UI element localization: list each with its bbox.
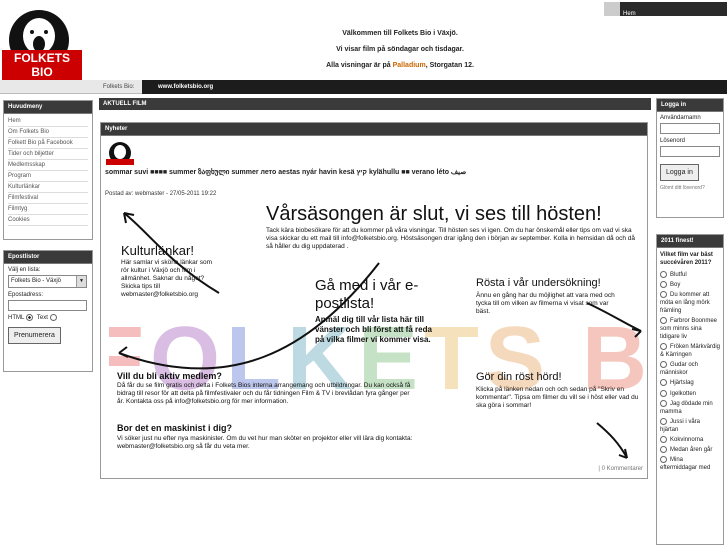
poll-option[interactable]: Gudar och människor — [657, 360, 723, 378]
subscribe-button[interactable]: Prenumerera — [8, 327, 61, 345]
breadcrumb-label: Folkets Bio: — [103, 84, 135, 90]
password-label: Lösenord — [660, 138, 686, 144]
poll-option[interactable]: Jussi i våra hjärtan — [657, 417, 723, 435]
logo-text: FOLKETS BIO — [2, 50, 82, 80]
poll-option[interactable]: Mina eftermiddagar med — [657, 455, 723, 473]
mailing-list-box: Epostlistor Välj en lista: Folkets Bio -… — [3, 250, 93, 372]
mailing-list-title: Epostlistor — [4, 251, 92, 264]
breadcrumb-url[interactable]: www.folketsbio.org — [142, 80, 727, 94]
main-menu: Huvudmeny Hem Om Folkets Bio Folkett Bio… — [3, 100, 93, 240]
menu-item-medlemsskap[interactable]: Medlemsskap — [8, 160, 88, 171]
small-logo-icon — [106, 142, 134, 165]
site-header: FOLKETS BIO Välkommen till Folkets Bio i… — [0, 0, 727, 80]
venue-link[interactable]: Palladium — [393, 62, 426, 69]
list-select[interactable]: Folkets Bio - Växjö ▼ — [8, 275, 87, 288]
poll-option[interactable]: Igelkotten — [657, 389, 723, 399]
username-label: Användarnamn — [660, 115, 701, 121]
forgot-password-link[interactable]: Glömt ditt lösenord? — [657, 183, 723, 193]
radio-text[interactable] — [49, 314, 57, 321]
poll-option[interactable]: Jag dödade min mamma — [657, 399, 723, 417]
menu-item-kulturlankar[interactable]: Kulturlänkar — [8, 182, 88, 193]
menu-item-cookies[interactable]: Cookies — [8, 215, 88, 226]
poll-box: 2011 finest! Vilket film var bäst succév… — [656, 234, 724, 545]
welcome-line-1: Välkommen till Folkets Bio i Växjö. — [342, 30, 458, 37]
language-line: sommar suvi ■■■■ summer ზაფხული summer л… — [105, 169, 467, 176]
login-button[interactable]: Logga in — [660, 164, 699, 181]
login-box: Logga in Användarnamn Lösenord Logga in … — [656, 98, 724, 218]
chevron-down-icon: ▼ — [76, 276, 86, 287]
menu-item-filmtyg[interactable]: Filmtyg — [8, 204, 88, 215]
poll-option[interactable]: Farbror Boonmee som minns sina tidigare … — [657, 316, 723, 342]
breadcrumb: Folkets Bio: www.folketsbio.org — [0, 80, 727, 94]
menu-item-tider[interactable]: Tider och biljetter — [8, 149, 88, 160]
hand-drawn-arrows-icon — [118, 212, 642, 459]
menu-item-filmfestival[interactable]: Filmfestival — [8, 193, 88, 204]
section-title: AKTUELL FILM — [99, 98, 651, 110]
welcome-text: Välkommen till Folkets Bio i Växjö. Vi v… — [200, 26, 600, 74]
password-field[interactable] — [660, 146, 720, 157]
welcome-line-2: Vi visar film på söndagar och tisdagar. — [336, 46, 464, 53]
poll-option[interactable]: Fröken Märkvärdig & Kärringen — [657, 342, 723, 360]
poll-option[interactable]: Blutful — [657, 270, 723, 280]
poll-option[interactable]: Du kommer att möta en lång mörk främling — [657, 290, 723, 316]
username-field[interactable] — [660, 123, 720, 134]
poll-option[interactable]: Medan åren går — [657, 445, 723, 455]
menu-item-hem[interactable]: Hem — [8, 116, 88, 127]
list-label: Välj en lista: — [8, 267, 41, 273]
nav-home[interactable]: Hem — [620, 11, 636, 17]
format-radio-group: HTML Text — [4, 312, 92, 323]
news-title: Nyheter — [101, 123, 647, 136]
poll-option[interactable]: Kokvinnorna — [657, 435, 723, 445]
menu-item-om[interactable]: Om Folkets Bio — [8, 127, 88, 138]
top-nav: Hem — [604, 2, 727, 17]
comments-link[interactable]: | 0 Kommentarer — [598, 466, 643, 472]
main-menu-title: Huvudmeny — [4, 101, 92, 114]
news-poster: FOLKETS BIO Vårsäsongen är slut, vi ses … — [109, 203, 643, 468]
poll-option[interactable]: Hjärtslag — [657, 378, 723, 388]
post-meta: Postad av: webmaster - 27/05-2011 19:22 — [105, 191, 217, 197]
poll-title: 2011 finest! — [657, 235, 723, 248]
poll-option[interactable]: Boy — [657, 280, 723, 290]
login-title: Logga in — [657, 99, 723, 112]
menu-item-program[interactable]: Program — [8, 171, 88, 182]
address-label: Epostadress: — [8, 292, 44, 298]
main-menu-list: Hem Om Folkets Bio Folkett Bio på Facebo… — [4, 114, 92, 228]
poll-question: Vilket film var bäst succévåren 2011? — [660, 252, 713, 266]
news-box: Nyheter sommar suvi ■■■■ summer ზაფხული … — [100, 122, 648, 479]
welcome-line-3: Alla visningar är på Palladium, Storgata… — [326, 62, 474, 69]
radio-html[interactable] — [26, 314, 34, 321]
email-field[interactable] — [8, 300, 87, 311]
menu-item-facebook[interactable]: Folkett Bio på Facebook — [8, 138, 88, 149]
